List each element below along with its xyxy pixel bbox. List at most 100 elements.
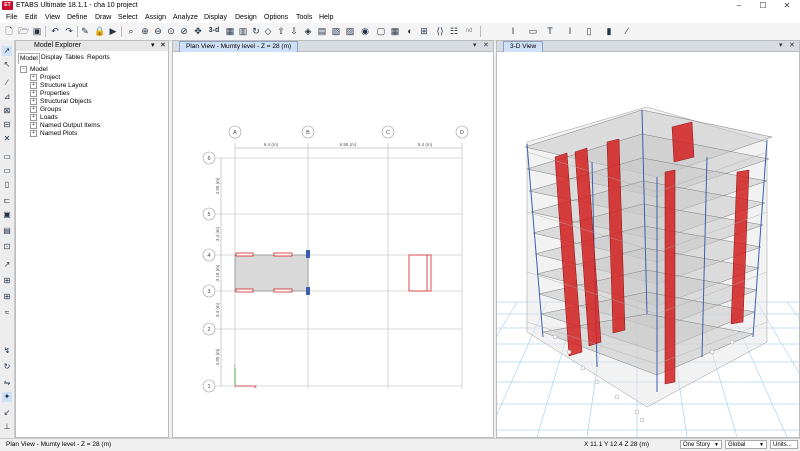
view-3d-canvas[interactable] — [497, 52, 799, 437]
close-panel-icon[interactable]: ✕ — [160, 41, 166, 51]
tree-item-loads[interactable]: + Loads — [30, 114, 58, 122]
tree-item-structure-layout[interactable]: + Structure Layout — [30, 82, 88, 90]
object-shrink-icon[interactable]: ◈ — [303, 26, 313, 36]
expand-icon[interactable]: + — [30, 82, 37, 89]
expand-icon[interactable]: + — [30, 130, 37, 137]
tree-root[interactable]: − Model — [20, 66, 48, 74]
rotate-icon[interactable]: ↻ — [251, 26, 261, 36]
draw-brace-icon[interactable]: ⊟ — [2, 120, 12, 130]
menu-analyze[interactable]: Analyze — [173, 12, 198, 23]
menu-select[interactable]: Select — [118, 12, 137, 23]
draw-area-icon[interactable]: ▭ — [2, 152, 12, 162]
nd-button[interactable]: nd — [462, 26, 476, 36]
menu-display[interactable]: Display — [204, 12, 227, 23]
select-previous-icon[interactable]: ↻ — [2, 362, 12, 372]
draw-tendon-icon[interactable]: ⊡ — [2, 242, 12, 252]
draw-wall-icon[interactable]: ▯ — [2, 180, 12, 190]
snap-perpendicular-icon[interactable]: ⊥ — [2, 422, 12, 432]
expand-icon[interactable]: + — [30, 122, 37, 129]
draw-frame-icon[interactable]: ⊿ — [2, 92, 12, 102]
tree-item-named-output-items[interactable]: + Named Output Items — [30, 122, 100, 130]
close-icon[interactable]: ✕ — [776, 0, 798, 12]
tab-reports[interactable]: Reports — [86, 53, 111, 63]
menu-options[interactable]: Options — [264, 12, 288, 23]
grid-lines-icon[interactable]: ☷ — [449, 26, 459, 36]
zoom-out-icon[interactable]: ⊖ — [153, 26, 163, 36]
frame-section-icon[interactable]: ▭ — [528, 26, 538, 36]
menu-assign[interactable]: Assign — [145, 12, 166, 23]
tree-item-properties[interactable]: + Properties — [30, 90, 70, 98]
draw-link-icon[interactable]: ↗ — [2, 260, 12, 270]
draw-rect-area-icon[interactable]: ▭ — [2, 166, 12, 176]
zoom-window-icon[interactable]: ⌕ — [126, 26, 136, 36]
expand-icon[interactable]: + — [30, 106, 37, 113]
new-file-icon[interactable]: 🗋 — [4, 26, 14, 36]
lock-icon[interactable]: 🔒 — [94, 26, 105, 36]
units-button[interactable]: Units... — [770, 440, 798, 449]
show-deformed-icon[interactable]: ▨ — [345, 26, 355, 36]
tab-plan-view[interactable]: Plan View - Mumty level - Z = 28 (m) — [179, 41, 299, 52]
tab-tables[interactable]: Tables — [64, 53, 85, 63]
perspective-icon[interactable]: ◇ — [263, 26, 273, 36]
pin-icon[interactable]: ▾ — [151, 41, 155, 51]
clear-selection-icon[interactable]: ⇋ — [2, 378, 12, 388]
moment-icon[interactable]: ⟨⟩ — [435, 26, 445, 36]
show-tables-icon[interactable]: ▦ — [390, 26, 400, 36]
beam-icon[interactable]: T — [545, 26, 555, 36]
column-icon[interactable]: I — [565, 26, 575, 36]
draw-beam-icon[interactable]: ⊠ — [2, 106, 12, 116]
text-cursor-icon[interactable]: I — [508, 26, 518, 36]
tab-display[interactable]: Display — [40, 53, 63, 63]
close-view-icon[interactable]: ✕ — [789, 41, 795, 51]
menu-file[interactable]: File — [6, 12, 17, 23]
collapse-icon[interactable]: − — [20, 66, 27, 73]
menu-tools[interactable]: Tools — [296, 12, 312, 23]
draw-opening-icon[interactable]: ⊏ — [2, 196, 12, 206]
save-icon[interactable]: ▣ — [32, 26, 42, 36]
menu-view[interactable]: View — [45, 12, 60, 23]
menu-edit[interactable]: Edit — [25, 12, 37, 23]
tree-item-structural-objects[interactable]: + Structural Objects — [30, 98, 92, 106]
open-folder-icon[interactable]: 🗁 — [18, 26, 29, 36]
set-display-icon[interactable]: ▤ — [317, 26, 327, 36]
expand-icon[interactable]: + — [30, 114, 37, 121]
zoom-previous-icon[interactable]: ⊘ — [179, 26, 189, 36]
move-up-icon[interactable]: ⇧ — [276, 26, 286, 36]
expand-icon[interactable]: + — [30, 74, 37, 81]
draw-developed-elevation-icon[interactable]: ≈ — [2, 308, 12, 318]
dropdown-icon[interactable]: ▾ — [473, 41, 477, 51]
undo-icon[interactable]: ↶ — [50, 26, 60, 36]
maximize-icon[interactable]: ☐ — [752, 0, 774, 12]
minimize-icon[interactable]: – — [728, 0, 750, 12]
expand-icon[interactable]: + — [30, 90, 37, 97]
draw-slab-icon[interactable]: ▣ — [2, 210, 12, 220]
zoom-fit-icon[interactable]: ⊙ — [166, 26, 176, 36]
draw-joint-icon[interactable]: ∕ — [2, 78, 12, 88]
expand-icon[interactable]: + — [30, 98, 37, 105]
select-all-icon[interactable]: ↯ — [2, 346, 12, 356]
select-color-icon[interactable]: ◐ — [405, 26, 415, 36]
story-option-select[interactable]: One Story ▼ — [680, 440, 722, 449]
show-model-icon[interactable]: ▢ — [376, 26, 386, 36]
menu-help[interactable]: Help — [319, 12, 333, 23]
menu-draw[interactable]: Draw — [95, 12, 111, 23]
zoom-in-icon[interactable]: ⊕ — [140, 26, 150, 36]
coord-system-select[interactable]: Global ▼ — [725, 440, 767, 449]
snap-icon[interactable]: ✦ — [2, 392, 12, 402]
show-forces-icon[interactable]: ◉ — [360, 26, 370, 36]
wall-icon[interactable]: ▮ — [604, 26, 614, 36]
move-down-icon[interactable]: ⇩ — [289, 26, 299, 36]
show-axes-icon[interactable]: ⊞ — [419, 26, 429, 36]
tab-model[interactable]: Model — [18, 53, 40, 64]
brace-icon[interactable]: ▯ — [584, 26, 594, 36]
draw-column-icon[interactable]: ✕ — [2, 134, 12, 144]
draw-section-cut-icon[interactable]: ⊞ — [2, 292, 12, 302]
pointer-icon[interactable]: ➚ — [2, 46, 12, 56]
pan-icon[interactable]: ✥ — [193, 26, 203, 36]
menu-design[interactable]: Design — [235, 12, 257, 23]
draw-line-icon[interactable]: ∕ — [622, 26, 632, 36]
menu-define[interactable]: Define — [67, 12, 87, 23]
run-analysis-icon[interactable]: ▶ — [108, 26, 118, 36]
redo-icon[interactable]: ↷ — [64, 26, 74, 36]
close-view-icon[interactable]: ✕ — [483, 41, 489, 51]
